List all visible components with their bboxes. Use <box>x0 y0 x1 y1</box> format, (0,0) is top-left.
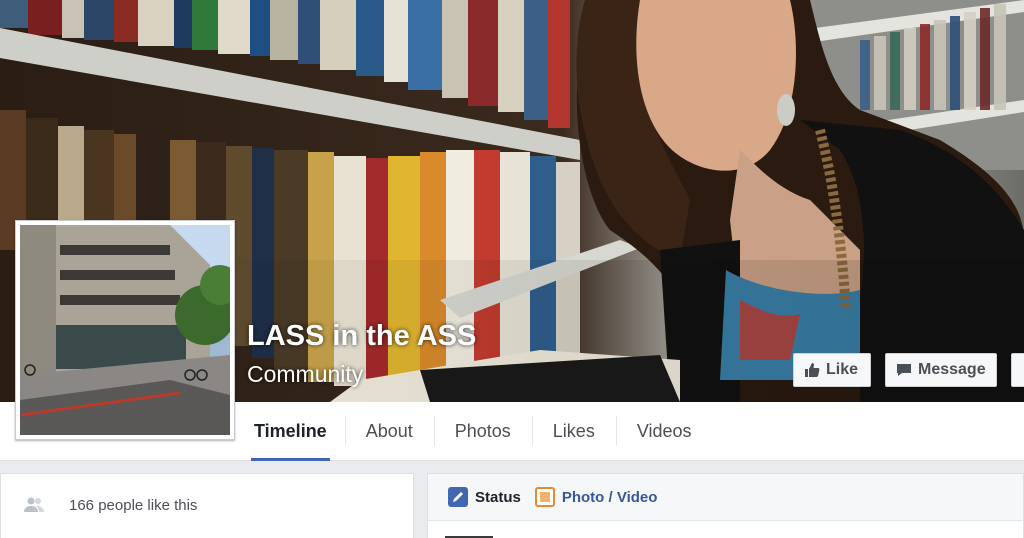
likes-count-text: 166 people like this <box>69 496 198 514</box>
tab-about[interactable]: About <box>344 402 434 461</box>
composer-body[interactable] <box>428 521 1023 538</box>
composer-tabs: Status Photo / Video <box>428 474 1023 521</box>
page-category[interactable]: Community <box>247 361 363 388</box>
likes-count-row[interactable]: 166 people like this <box>23 496 197 514</box>
composer-tab-status-label: Status <box>475 488 521 506</box>
composer-tab-photo-video[interactable]: Photo / Video <box>534 487 658 507</box>
people-icon <box>23 496 45 514</box>
tab-likes[interactable]: Likes <box>531 402 616 461</box>
message-button[interactable]: Message <box>885 353 997 387</box>
tab-photos[interactable]: Photos <box>433 402 532 461</box>
tab-videos[interactable]: Videos <box>615 402 713 461</box>
page-actions: Like Message ••• <box>793 353 1024 387</box>
profile-picture[interactable] <box>15 220 235 440</box>
pencil-icon <box>448 487 468 507</box>
page-tabs: Timeline About Photos Likes Videos <box>236 402 713 461</box>
building-photo <box>20 225 230 435</box>
message-icon <box>896 362 912 378</box>
like-button[interactable]: Like <box>793 353 871 387</box>
like-button-label: Like <box>826 361 859 378</box>
tab-timeline[interactable]: Timeline <box>236 402 345 461</box>
post-composer: Status Photo / Video <box>427 473 1024 538</box>
page-title[interactable]: LASS in the ASS <box>247 320 476 353</box>
about-card: 166 people like this <box>0 473 414 538</box>
composer-tab-status[interactable]: Status <box>448 487 521 507</box>
photo-icon <box>534 487 555 507</box>
composer-tab-photo-video-label: Photo / Video <box>561 488 658 506</box>
message-button-label: Message <box>918 361 986 378</box>
more-button[interactable]: ••• <box>1011 353 1024 387</box>
thumbs-up-icon <box>804 362 820 378</box>
